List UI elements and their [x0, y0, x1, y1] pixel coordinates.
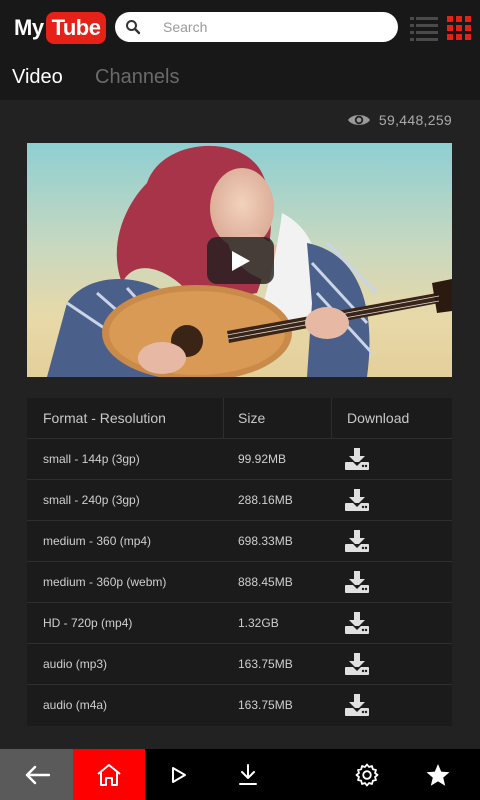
format-cell: medium - 360p (webm) [43, 575, 167, 589]
eye-icon [347, 115, 370, 125]
format-cell: audio (m4a) [43, 698, 108, 712]
app-logo[interactable]: My Tube [14, 12, 107, 44]
gear-icon [355, 763, 378, 786]
play-icon [232, 251, 250, 271]
format-cell: small - 144p (3gp) [43, 452, 140, 466]
download-table: Format - Resolution Size Download small … [27, 398, 452, 726]
tab-channels[interactable]: Channels [95, 66, 180, 89]
column-divider [223, 398, 224, 439]
header-size: Size [238, 410, 266, 426]
size-cell: 163.75MB [238, 698, 293, 712]
download-icon[interactable] [345, 489, 369, 511]
header: My Tube Video [0, 0, 480, 100]
views-count: 59,448,259 [378, 112, 452, 128]
nav-play-button[interactable] [145, 749, 212, 800]
nav-back-button[interactable] [0, 749, 73, 800]
header-download: Download [347, 410, 410, 426]
download-icon[interactable] [345, 448, 369, 470]
size-cell: 163.75MB [238, 657, 293, 671]
play-button[interactable] [207, 237, 274, 284]
format-cell: medium - 360 (mp4) [43, 534, 152, 548]
nav-download-button[interactable] [212, 749, 284, 800]
play-icon [171, 766, 186, 783]
app-screen: My Tube Video [0, 0, 480, 800]
search-icon[interactable] [125, 19, 141, 35]
table-row: medium - 360 (mp4) 698.33MB [27, 521, 452, 562]
size-cell: 888.45MB [238, 575, 293, 589]
format-cell: small - 240p (3gp) [43, 493, 140, 507]
search-input[interactable] [163, 12, 383, 42]
logo-tube-text: Tube [45, 12, 107, 44]
bottom-nav [0, 749, 480, 800]
logo-my-text: My [14, 15, 44, 40]
column-divider [331, 398, 332, 439]
table-row: small - 144p (3gp) 99.92MB [27, 439, 452, 480]
nav-favorites-button[interactable] [403, 749, 473, 800]
tab-video[interactable]: Video [12, 66, 63, 89]
table-row: HD - 720p (mp4) 1.32GB [27, 603, 452, 644]
table-row: audio (m4a) 163.75MB [27, 685, 452, 726]
back-arrow-icon [25, 765, 50, 784]
format-cell: HD - 720p (mp4) [43, 616, 133, 630]
tab-bar: Video Channels [0, 58, 480, 100]
format-cell: audio (mp3) [43, 657, 108, 671]
size-cell: 698.33MB [238, 534, 293, 548]
list-view-icon[interactable] [410, 16, 438, 42]
download-icon [239, 763, 257, 785]
download-icon[interactable] [345, 694, 369, 716]
size-cell: 288.16MB [238, 493, 293, 507]
search-bar[interactable] [115, 12, 398, 42]
download-icon[interactable] [345, 530, 369, 552]
size-cell: 1.32GB [238, 616, 279, 630]
download-icon[interactable] [345, 653, 369, 675]
header-format: Format - Resolution [43, 410, 166, 426]
size-cell: 99.92MB [238, 452, 287, 466]
nav-settings-button[interactable] [330, 749, 403, 800]
table-row: small - 240p (3gp) 288.16MB [27, 480, 452, 521]
table-row: medium - 360p (webm) 888.45MB [27, 562, 452, 603]
nav-home-button[interactable] [73, 749, 145, 800]
table-header: Format - Resolution Size Download [27, 398, 452, 439]
home-icon [97, 763, 121, 786]
grid-view-icon[interactable] [447, 16, 471, 40]
download-icon[interactable] [345, 571, 369, 593]
view-count: 59,448,259 [347, 110, 452, 130]
video-player[interactable] [27, 143, 452, 377]
download-icon[interactable] [345, 612, 369, 634]
table-row: audio (mp3) 163.75MB [27, 644, 452, 685]
star-icon [426, 763, 450, 786]
